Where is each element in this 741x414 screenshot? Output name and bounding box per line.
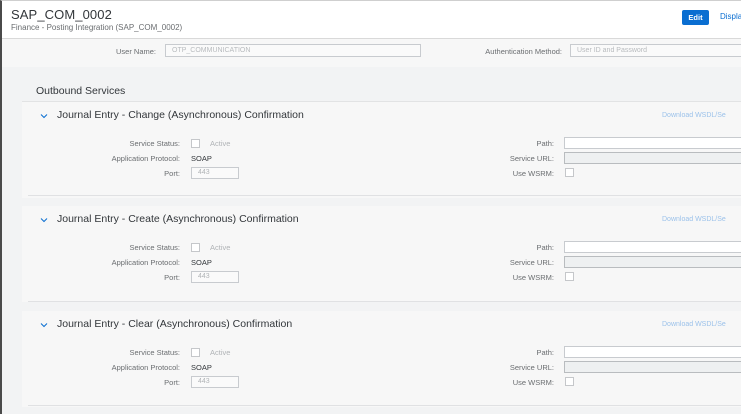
page-title: SAP_COM_0002 — [11, 7, 112, 22]
active-label: Active — [210, 243, 231, 252]
path-field[interactable] — [564, 137, 741, 149]
path-field[interactable] — [564, 346, 741, 358]
service-url-field[interactable] — [564, 256, 741, 268]
communication-user-form: User Name: OTP_COMMUNICATION Authenticat… — [2, 39, 741, 67]
application-protocol-value: SOAP — [191, 363, 212, 372]
use-wsrm-checkbox[interactable] — [565, 272, 574, 281]
service-url-field[interactable] — [564, 361, 741, 373]
path-label: Path: — [536, 139, 554, 148]
path-label: Path: — [536, 348, 554, 357]
service-url-label: Service URL: — [509, 258, 554, 267]
port-field[interactable]: 443 — [191, 376, 239, 388]
service-title[interactable]: Journal Entry - Change (Asynchronous) Co… — [57, 109, 304, 121]
path-label: Path: — [536, 243, 554, 252]
outbound-services-title: Outbound Services — [36, 85, 126, 97]
panel-divider — [28, 405, 741, 406]
user-name-field[interactable]: OTP_COMMUNICATION — [165, 44, 421, 57]
service-title[interactable]: Journal Entry - Clear (Asynchronous) Con… — [57, 318, 292, 330]
use-wsrm-label: Use WSRM: — [512, 169, 554, 178]
app-window: SAP_COM_0002 Finance - Posting Integrati… — [0, 0, 741, 414]
port-label: Port: — [164, 273, 180, 282]
application-protocol-value: SOAP — [191, 154, 212, 163]
application-protocol-label: Application Protocol: — [111, 258, 180, 267]
use-wsrm-checkbox[interactable] — [565, 377, 574, 386]
object-header: SAP_COM_0002 Finance - Posting Integrati… — [2, 1, 741, 39]
chevron-down-icon[interactable] — [40, 112, 48, 120]
service-status-label: Service Status: — [129, 243, 180, 252]
display-button[interactable]: Display — [720, 12, 741, 21]
application-protocol-label: Application Protocol: — [111, 154, 180, 163]
page-subtitle: Finance - Posting Integration (SAP_COM_0… — [11, 23, 183, 32]
port-label: Port: — [164, 169, 180, 178]
service-url-label: Service URL: — [509, 363, 554, 372]
application-protocol-label: Application Protocol: — [111, 363, 180, 372]
application-protocol-value: SOAP — [191, 258, 212, 267]
chevron-down-icon[interactable] — [40, 321, 48, 329]
auth-method-field[interactable]: User ID and Password — [570, 44, 741, 57]
active-checkbox[interactable] — [191, 348, 200, 357]
panel-divider — [28, 301, 741, 302]
download-wsdl-link[interactable]: Download WSDL/Se — [662, 216, 726, 223]
chevron-down-icon[interactable] — [40, 216, 48, 224]
port-field[interactable]: 443 — [191, 167, 239, 179]
active-checkbox[interactable] — [191, 139, 200, 148]
service-title[interactable]: Journal Entry - Create (Asynchronous) Co… — [57, 213, 299, 225]
active-checkbox[interactable] — [191, 243, 200, 252]
use-wsrm-label: Use WSRM: — [512, 378, 554, 387]
port-field[interactable]: 443 — [191, 271, 239, 283]
use-wsrm-checkbox[interactable] — [565, 168, 574, 177]
service-status-label: Service Status: — [129, 348, 180, 357]
use-wsrm-label: Use WSRM: — [512, 273, 554, 282]
service-url-label: Service URL: — [509, 154, 554, 163]
download-wsdl-link[interactable]: Download WSDL/Se — [662, 321, 726, 328]
active-label: Active — [210, 139, 231, 148]
service-url-field[interactable] — [564, 152, 741, 164]
active-label: Active — [210, 348, 231, 357]
auth-method-label: Authentication Method: — [485, 47, 562, 56]
panel-divider — [28, 195, 741, 196]
edit-button[interactable]: Edit — [682, 10, 709, 25]
download-wsdl-link[interactable]: Download WSDL/Se — [662, 112, 726, 119]
service-status-label: Service Status: — [129, 139, 180, 148]
port-label: Port: — [164, 378, 180, 387]
path-field[interactable] — [564, 241, 741, 253]
user-name-label: User Name: — [115, 47, 156, 56]
